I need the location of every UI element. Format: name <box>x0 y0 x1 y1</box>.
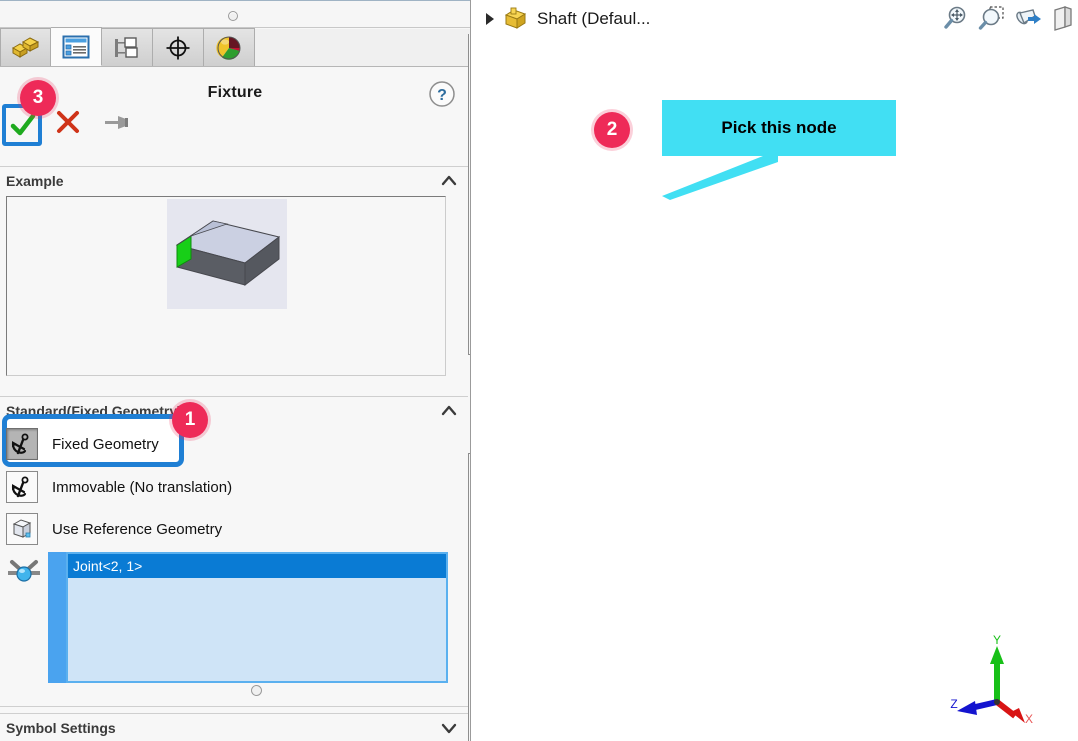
crosshair-icon <box>166 36 190 59</box>
chevron-down-icon[interactable] <box>440 719 458 737</box>
option-label: Immovable (No translation) <box>52 478 233 496</box>
color-sphere-icon <box>216 36 241 60</box>
chevron-up-icon[interactable] <box>440 172 458 190</box>
shaft-3d-model[interactable] <box>941 0 1078 741</box>
triad-label-x: X <box>1025 712 1033 726</box>
splitter-grip[interactable] <box>228 11 238 21</box>
option-label: Fixed Geometry <box>52 435 159 453</box>
tab-display-manager[interactable] <box>204 28 255 66</box>
option-use-reference-geometry[interactable]: Use Reference Geometry <box>6 509 446 549</box>
section-header-symbol-settings[interactable]: Symbol Settings <box>0 713 470 741</box>
panel-top-splitter[interactable] <box>0 0 470 28</box>
property-manager-actions <box>6 108 136 142</box>
config-tree-icon <box>115 36 138 58</box>
blue-list-icon <box>62 35 90 58</box>
model-title: Shaft (Defaul... <box>537 9 651 28</box>
solidworks-window: Fixture ? Example Standard(Fixed Geometr… <box>0 0 1078 741</box>
option-fixed-geometry[interactable]: Fixed Geometry <box>6 424 446 464</box>
anchor-icon <box>6 471 38 503</box>
expand-tree-arrow-icon[interactable] <box>483 12 497 26</box>
triad-label-y: Y <box>993 633 1001 647</box>
cube-reference-icon <box>6 513 38 545</box>
pin-button[interactable] <box>102 108 136 142</box>
selection-listbox[interactable]: Joint<2, 1> <box>66 552 448 683</box>
pushpin-icon <box>105 116 128 129</box>
callout-balloon: Pick this node <box>662 100 896 156</box>
property-manager-panel: Fixture ? Example Standard(Fixed Geometr… <box>0 0 470 741</box>
step-badge-1: 1 <box>172 402 208 438</box>
selection-callout-bar <box>48 552 66 683</box>
step-badge-3: 3 <box>20 80 56 116</box>
tab-dimxpert-manager[interactable] <box>153 28 204 66</box>
section-title-example: Example <box>6 172 64 189</box>
yellow-blocks-icon <box>11 36 39 58</box>
anchor-icon <box>6 428 38 460</box>
option-immovable[interactable]: Immovable (No translation) <box>6 467 446 507</box>
orientation-triad: Y Z X <box>949 632 1041 732</box>
tab-configuration-manager[interactable] <box>102 28 153 66</box>
listbox-resize-grip[interactable] <box>251 685 262 696</box>
manager-tab-strip <box>0 27 470 67</box>
section-header-example[interactable]: Example <box>0 166 470 194</box>
svg-text:?: ? <box>437 87 447 104</box>
step-badge-2: 2 <box>594 112 630 148</box>
fixture-example-graphic <box>175 220 281 287</box>
section-divider <box>0 706 470 707</box>
callout-text: Pick this node <box>721 118 837 137</box>
help-icon: ? <box>429 81 455 107</box>
example-preview-box <box>6 196 446 376</box>
page-title: Fixture <box>207 84 263 101</box>
tab-property-manager[interactable] <box>51 27 102 66</box>
help-button[interactable]: ? <box>428 80 456 108</box>
callout-pointer <box>662 150 778 200</box>
chevron-up-icon[interactable] <box>440 402 458 420</box>
vertex-joint-icon <box>6 556 42 588</box>
cancel-button[interactable] <box>54 108 88 142</box>
part-document-icon <box>503 6 529 32</box>
section-title-symbol-settings: Symbol Settings <box>6 719 116 736</box>
close-icon <box>57 111 79 133</box>
list-item[interactable]: Joint<2, 1> <box>68 554 446 578</box>
option-label: Use Reference Geometry <box>52 520 223 538</box>
tab-feature-manager[interactable] <box>0 28 51 66</box>
triad-label-z: Z <box>950 697 957 711</box>
example-image <box>167 199 287 309</box>
